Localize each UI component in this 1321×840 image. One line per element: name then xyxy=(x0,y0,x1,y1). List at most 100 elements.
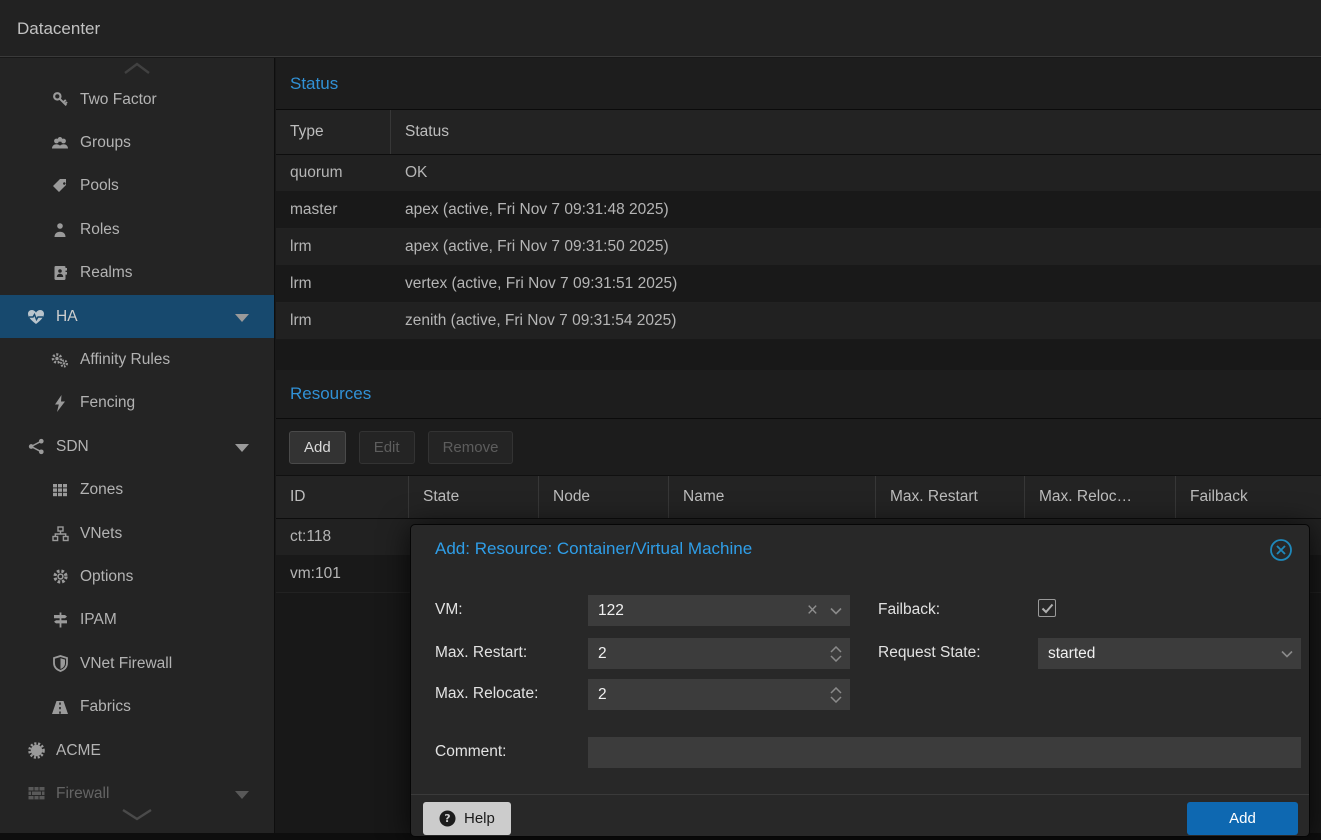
sidebar-item-label: IPAM xyxy=(80,611,117,629)
table-row[interactable]: lrm apex (active, Fri Nov 7 09:31:50 202… xyxy=(276,229,1321,266)
comment-label: Comment: xyxy=(435,743,507,761)
sidebar-item-two-factor[interactable]: Two Factor xyxy=(0,78,274,121)
vm-combobox[interactable]: 122 × xyxy=(588,595,850,626)
table-row[interactable]: lrm zenith (active, Fri Nov 7 09:31:54 2… xyxy=(276,303,1321,340)
proxmox-datacenter-screen: Datacenter Two Factor Groups Pools Roles… xyxy=(0,0,1321,840)
dialog-add-button[interactable]: Add xyxy=(1187,802,1298,835)
sidebar-item-ipam[interactable]: IPAM xyxy=(0,599,274,642)
table-row[interactable]: quorum OK xyxy=(276,155,1321,192)
tag-icon xyxy=(50,177,70,195)
failback-checkbox[interactable] xyxy=(1038,599,1056,617)
table-row[interactable]: lrm vertex (active, Fri Nov 7 09:31:51 2… xyxy=(276,266,1321,303)
sidebar-item-fencing[interactable]: Fencing xyxy=(0,382,274,425)
status-table-header: Type Status xyxy=(276,110,1321,155)
request-state-value: started xyxy=(1048,645,1281,663)
add-resource-dialog: Add: Resource: Container/Virtual Machine… xyxy=(410,524,1310,837)
cell-id: vm:101 xyxy=(276,556,409,592)
chevron-down-icon[interactable] xyxy=(830,607,842,615)
check-icon xyxy=(1041,603,1054,614)
column-header-type[interactable]: Type xyxy=(276,110,391,154)
chevron-down-icon[interactable] xyxy=(235,791,249,799)
sidebar-item-realms[interactable]: Realms xyxy=(0,252,274,295)
sidebar-item-label: Fabrics xyxy=(80,698,131,716)
column-header-max-restart[interactable]: Max. Restart xyxy=(876,476,1025,518)
cell-status: zenith (active, Fri Nov 7 09:31:54 2025) xyxy=(391,303,1321,339)
sidebar-item-label: ACME xyxy=(56,742,101,760)
vm-value: 122 xyxy=(598,602,807,620)
column-header-status[interactable]: Status xyxy=(391,110,1321,154)
max-relocate-value: 2 xyxy=(598,686,830,704)
x-clear-icon[interactable]: × xyxy=(807,600,818,622)
sidebar-item-fabrics[interactable]: Fabrics xyxy=(0,685,274,728)
cell-status: OK xyxy=(391,155,1321,191)
remove-button[interactable]: Remove xyxy=(428,431,514,464)
cell-type: quorum xyxy=(276,155,391,191)
column-header-max-relocate[interactable]: Max. Reloc… xyxy=(1025,476,1176,518)
sidebar-item-label: Zones xyxy=(80,481,123,499)
cell-id: ct:118 xyxy=(276,519,409,555)
sidebar-item-ha[interactable]: HA xyxy=(0,295,274,338)
sidebar-item-label: Affinity Rules xyxy=(80,351,170,369)
add-button[interactable]: Add xyxy=(289,431,346,464)
sidebar-item-label: VNet Firewall xyxy=(80,655,172,673)
column-header-state[interactable]: State xyxy=(409,476,539,518)
spinner-arrows-icon[interactable] xyxy=(830,687,842,703)
gear-icon xyxy=(50,568,70,586)
chevron-down-icon[interactable] xyxy=(1281,650,1293,658)
sidebar-item-vnet-firewall[interactable]: VNet Firewall xyxy=(0,642,274,685)
cell-status: apex (active, Fri Nov 7 09:31:50 2025) xyxy=(391,229,1321,265)
question-circle-icon: ? xyxy=(439,810,456,827)
sidebar-item-options[interactable]: Options xyxy=(0,555,274,598)
sidebar-item-affinity-rules[interactable]: Affinity Rules xyxy=(0,338,274,381)
road-icon xyxy=(50,698,70,716)
sidebar: Two Factor Groups Pools Roles Realms HA … xyxy=(0,58,275,833)
sidebar-scroll-up[interactable] xyxy=(0,58,274,78)
heartbeat-icon xyxy=(26,308,46,326)
chevron-down-icon[interactable] xyxy=(235,444,249,452)
sidebar-scroll-down[interactable] xyxy=(0,801,274,827)
resources-toolbar: Add Edit Remove xyxy=(276,419,1321,476)
top-bar: Datacenter xyxy=(0,0,1321,57)
max-restart-spinner[interactable]: 2 xyxy=(588,638,850,669)
sidebar-item-label: Two Factor xyxy=(80,91,157,109)
sidebar-item-roles[interactable]: Roles xyxy=(0,208,274,251)
cell-type: lrm xyxy=(276,303,391,339)
signpost-icon xyxy=(50,611,70,629)
resources-panel-title: Resources xyxy=(276,370,1321,419)
vm-label: VM: xyxy=(435,601,463,619)
key-icon xyxy=(50,91,70,109)
cell-status: apex (active, Fri Nov 7 09:31:48 2025) xyxy=(391,192,1321,228)
shield-icon xyxy=(50,655,70,673)
sidebar-item-vnets[interactable]: VNets xyxy=(0,512,274,555)
sidebar-item-sdn[interactable]: SDN xyxy=(0,425,274,468)
table-row[interactable]: master apex (active, Fri Nov 7 09:31:48 … xyxy=(276,192,1321,229)
column-header-name[interactable]: Name xyxy=(669,476,876,518)
max-relocate-spinner[interactable]: 2 xyxy=(588,679,850,710)
spinner-arrows-icon[interactable] xyxy=(830,646,842,662)
sidebar-item-pools[interactable]: Pools xyxy=(0,165,274,208)
chevron-down-icon[interactable] xyxy=(235,314,249,322)
sidebar-item-label: Options xyxy=(80,568,133,586)
sidebar-item-groups[interactable]: Groups xyxy=(0,121,274,164)
sidebar-item-label: Realms xyxy=(80,264,133,282)
address-book-icon xyxy=(50,264,70,282)
sidebar-item-acme[interactable]: ACME xyxy=(0,729,274,772)
circle-x-close-icon[interactable] xyxy=(1269,538,1293,562)
max-restart-label: Max. Restart: xyxy=(435,644,527,662)
column-header-node[interactable]: Node xyxy=(539,476,669,518)
sidebar-item-zones[interactable]: Zones xyxy=(0,469,274,512)
resources-table-header: ID State Node Name Max. Restart Max. Rel… xyxy=(276,476,1321,519)
chevron-down-icon xyxy=(120,807,154,821)
edit-button[interactable]: Edit xyxy=(359,431,415,464)
network-icon xyxy=(26,438,46,456)
sidebar-item-label: Groups xyxy=(80,134,131,152)
comment-input[interactable] xyxy=(588,737,1301,768)
column-header-id[interactable]: ID xyxy=(276,476,409,518)
help-button[interactable]: ? Help xyxy=(423,802,511,835)
column-header-failback[interactable]: Failback xyxy=(1176,476,1321,518)
cell-type: lrm xyxy=(276,266,391,302)
sidebar-item-label: SDN xyxy=(56,438,89,456)
gears-icon xyxy=(50,351,70,369)
sidebar-item-label: Roles xyxy=(80,221,120,239)
request-state-select[interactable]: started xyxy=(1038,638,1301,669)
